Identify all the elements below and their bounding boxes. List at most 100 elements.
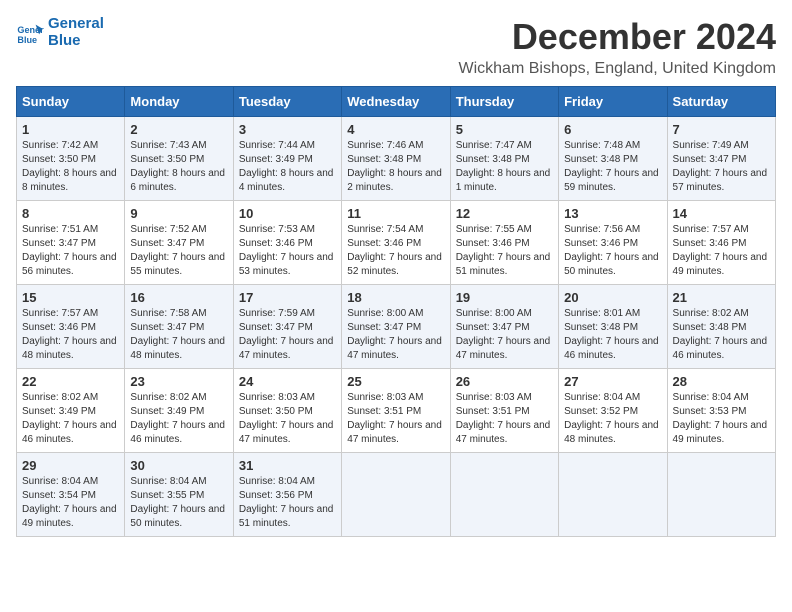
day-content-10: Sunrise: 7:53 AM Sunset: 3:46 PM Dayligh…: [239, 223, 336, 279]
day-number-17: 17: [239, 290, 336, 305]
day-content-13: Sunrise: 7:56 AM Sunset: 3:46 PM Dayligh…: [564, 223, 661, 279]
calendar-cell-1-1: 9 Sunrise: 7:52 AM Sunset: 3:47 PM Daylig…: [125, 201, 233, 285]
day-number-3: 3: [239, 122, 336, 137]
calendar-cell-4-4: [450, 453, 558, 537]
calendar-cell-3-0: 22 Sunrise: 8:02 AM Sunset: 3:49 PM Dayli…: [17, 369, 125, 453]
calendar-title: December 2024: [459, 16, 777, 58]
day-number-9: 9: [130, 206, 227, 221]
calendar-cell-0-5: 6Sunrise: 7:48 AM Sunset: 3:48 PM Daylig…: [559, 117, 667, 201]
day-content-9: Sunrise: 7:52 AM Sunset: 3:47 PM Dayligh…: [130, 223, 227, 279]
calendar-cell-4-5: [559, 453, 667, 537]
day-content-15: Sunrise: 7:57 AM Sunset: 3:46 PM Dayligh…: [22, 307, 119, 363]
calendar-table: Sunday Monday Tuesday Wednesday Thursday…: [16, 86, 776, 537]
day-content-8: Sunrise: 7:51 AM Sunset: 3:47 PM Dayligh…: [22, 223, 119, 279]
logo-line2: Blue: [48, 33, 104, 50]
day-number-30: 30: [130, 458, 227, 473]
calendar-cell-2-5: 20 Sunrise: 8:01 AM Sunset: 3:48 PM Dayli…: [559, 285, 667, 369]
day-number-15: 15: [22, 290, 119, 305]
calendar-cell-2-2: 17Sunrise: 7:59 AM Sunset: 3:47 PM Dayli…: [233, 285, 341, 369]
day-content-2: Sunrise: 7:43 AM Sunset: 3:50 PM Dayligh…: [130, 139, 227, 195]
calendar-cell-2-0: 15 Sunrise: 7:57 AM Sunset: 3:46 PM Dayli…: [17, 285, 125, 369]
calendar-cell-2-6: 21Sunrise: 8:02 AM Sunset: 3:48 PM Dayli…: [667, 285, 775, 369]
calendar-cell-3-5: 27 Sunrise: 8:04 AM Sunset: 3:52 PM Dayli…: [559, 369, 667, 453]
calendar-cell-1-4: 12 Sunrise: 7:55 AM Sunset: 3:46 PM Dayli…: [450, 201, 558, 285]
day-number-18: 18: [347, 290, 444, 305]
svg-text:Blue: Blue: [17, 34, 37, 44]
day-content-18: Sunrise: 8:00 AM Sunset: 3:47 PM Dayligh…: [347, 307, 444, 363]
week-row-3: 15 Sunrise: 7:57 AM Sunset: 3:46 PM Dayli…: [17, 285, 776, 369]
calendar-cell-4-1: 30 Sunrise: 8:04 AM Sunset: 3:55 PM Dayli…: [125, 453, 233, 537]
day-number-22: 22: [22, 374, 119, 389]
day-number-1: 1: [22, 122, 119, 137]
calendar-cell-2-4: 19 Sunrise: 8:00 AM Sunset: 3:47 PM Dayli…: [450, 285, 558, 369]
day-content-16: Sunrise: 7:58 AM Sunset: 3:47 PM Dayligh…: [130, 307, 227, 363]
calendar-cell-1-6: 14Sunrise: 7:57 AM Sunset: 3:46 PM Dayli…: [667, 201, 775, 285]
day-number-7: 7: [673, 122, 770, 137]
calendar-cell-2-3: 18 Sunrise: 8:00 AM Sunset: 3:47 PM Dayli…: [342, 285, 450, 369]
calendar-cell-3-3: 25Sunrise: 8:03 AM Sunset: 3:51 PM Dayli…: [342, 369, 450, 453]
logo: General Blue General Blue: [16, 16, 104, 49]
day-number-19: 19: [456, 290, 553, 305]
day-number-24: 24: [239, 374, 336, 389]
day-content-26: Sunrise: 8:03 AM Sunset: 3:51 PM Dayligh…: [456, 391, 553, 447]
calendar-cell-3-4: 26Sunrise: 8:03 AM Sunset: 3:51 PM Dayli…: [450, 369, 558, 453]
day-content-4: Sunrise: 7:46 AM Sunset: 3:48 PM Dayligh…: [347, 139, 444, 195]
calendar-cell-0-4: 5 Sunrise: 7:47 AM Sunset: 3:48 PM Daylig…: [450, 117, 558, 201]
logo-icon: General Blue: [16, 19, 44, 47]
calendar-cell-1-2: 10 Sunrise: 7:53 AM Sunset: 3:46 PM Dayli…: [233, 201, 341, 285]
calendar-cell-3-2: 24Sunrise: 8:03 AM Sunset: 3:50 PM Dayli…: [233, 369, 341, 453]
calendar-cell-0-0: 1 Sunrise: 7:42 AM Sunset: 3:50 PM Daylig…: [17, 117, 125, 201]
day-content-22: Sunrise: 8:02 AM Sunset: 3:49 PM Dayligh…: [22, 391, 119, 447]
day-number-20: 20: [564, 290, 661, 305]
calendar-cell-4-6: [667, 453, 775, 537]
calendar-cell-1-3: 11Sunrise: 7:54 AM Sunset: 3:46 PM Dayli…: [342, 201, 450, 285]
day-number-14: 14: [673, 206, 770, 221]
day-content-5: Sunrise: 7:47 AM Sunset: 3:48 PM Dayligh…: [456, 139, 553, 195]
calendar-cell-0-1: 2 Sunrise: 7:43 AM Sunset: 3:50 PM Daylig…: [125, 117, 233, 201]
logo-line1: General: [48, 16, 104, 33]
day-content-19: Sunrise: 8:00 AM Sunset: 3:47 PM Dayligh…: [456, 307, 553, 363]
header-wednesday: Wednesday: [342, 87, 450, 117]
week-row-1: 1 Sunrise: 7:42 AM Sunset: 3:50 PM Daylig…: [17, 117, 776, 201]
day-number-21: 21: [673, 290, 770, 305]
day-number-11: 11: [347, 206, 444, 221]
day-number-5: 5: [456, 122, 553, 137]
header-tuesday: Tuesday: [233, 87, 341, 117]
day-number-10: 10: [239, 206, 336, 221]
day-content-7: Sunrise: 7:49 AM Sunset: 3:47 PM Dayligh…: [673, 139, 770, 195]
day-content-20: Sunrise: 8:01 AM Sunset: 3:48 PM Dayligh…: [564, 307, 661, 363]
week-row-2: 8Sunrise: 7:51 AM Sunset: 3:47 PM Daylig…: [17, 201, 776, 285]
day-content-29: Sunrise: 8:04 AM Sunset: 3:54 PM Dayligh…: [22, 475, 119, 531]
day-number-2: 2: [130, 122, 227, 137]
day-number-29: 29: [22, 458, 119, 473]
day-content-30: Sunrise: 8:04 AM Sunset: 3:55 PM Dayligh…: [130, 475, 227, 531]
header-saturday: Saturday: [667, 87, 775, 117]
calendar-cell-4-2: 31Sunrise: 8:04 AM Sunset: 3:56 PM Dayli…: [233, 453, 341, 537]
calendar-cell-0-3: 4 Sunrise: 7:46 AM Sunset: 3:48 PM Daylig…: [342, 117, 450, 201]
calendar-cell-3-1: 23 Sunrise: 8:02 AM Sunset: 3:49 PM Dayli…: [125, 369, 233, 453]
header-friday: Friday: [559, 87, 667, 117]
day-number-27: 27: [564, 374, 661, 389]
header-thursday: Thursday: [450, 87, 558, 117]
day-content-3: Sunrise: 7:44 AM Sunset: 3:49 PM Dayligh…: [239, 139, 336, 195]
header-monday: Monday: [125, 87, 233, 117]
calendar-cell-3-6: 28 Sunrise: 8:04 AM Sunset: 3:53 PM Dayli…: [667, 369, 775, 453]
calendar-cell-4-3: [342, 453, 450, 537]
day-number-4: 4: [347, 122, 444, 137]
day-content-23: Sunrise: 8:02 AM Sunset: 3:49 PM Dayligh…: [130, 391, 227, 447]
day-number-28: 28: [673, 374, 770, 389]
day-number-13: 13: [564, 206, 661, 221]
day-content-12: Sunrise: 7:55 AM Sunset: 3:46 PM Dayligh…: [456, 223, 553, 279]
day-number-12: 12: [456, 206, 553, 221]
title-block: December 2024 Wickham Bishops, England, …: [459, 16, 777, 78]
day-content-1: Sunrise: 7:42 AM Sunset: 3:50 PM Dayligh…: [22, 139, 119, 195]
calendar-subtitle: Wickham Bishops, England, United Kingdom: [459, 60, 777, 78]
day-number-6: 6: [564, 122, 661, 137]
day-content-28: Sunrise: 8:04 AM Sunset: 3:53 PM Dayligh…: [673, 391, 770, 447]
day-number-23: 23: [130, 374, 227, 389]
day-content-25: Sunrise: 8:03 AM Sunset: 3:51 PM Dayligh…: [347, 391, 444, 447]
calendar-cell-4-0: 29 Sunrise: 8:04 AM Sunset: 3:54 PM Dayli…: [17, 453, 125, 537]
calendar-cell-2-1: 16Sunrise: 7:58 AM Sunset: 3:47 PM Dayli…: [125, 285, 233, 369]
day-content-27: Sunrise: 8:04 AM Sunset: 3:52 PM Dayligh…: [564, 391, 661, 447]
calendar-cell-0-2: 3 Sunrise: 7:44 AM Sunset: 3:49 PM Daylig…: [233, 117, 341, 201]
